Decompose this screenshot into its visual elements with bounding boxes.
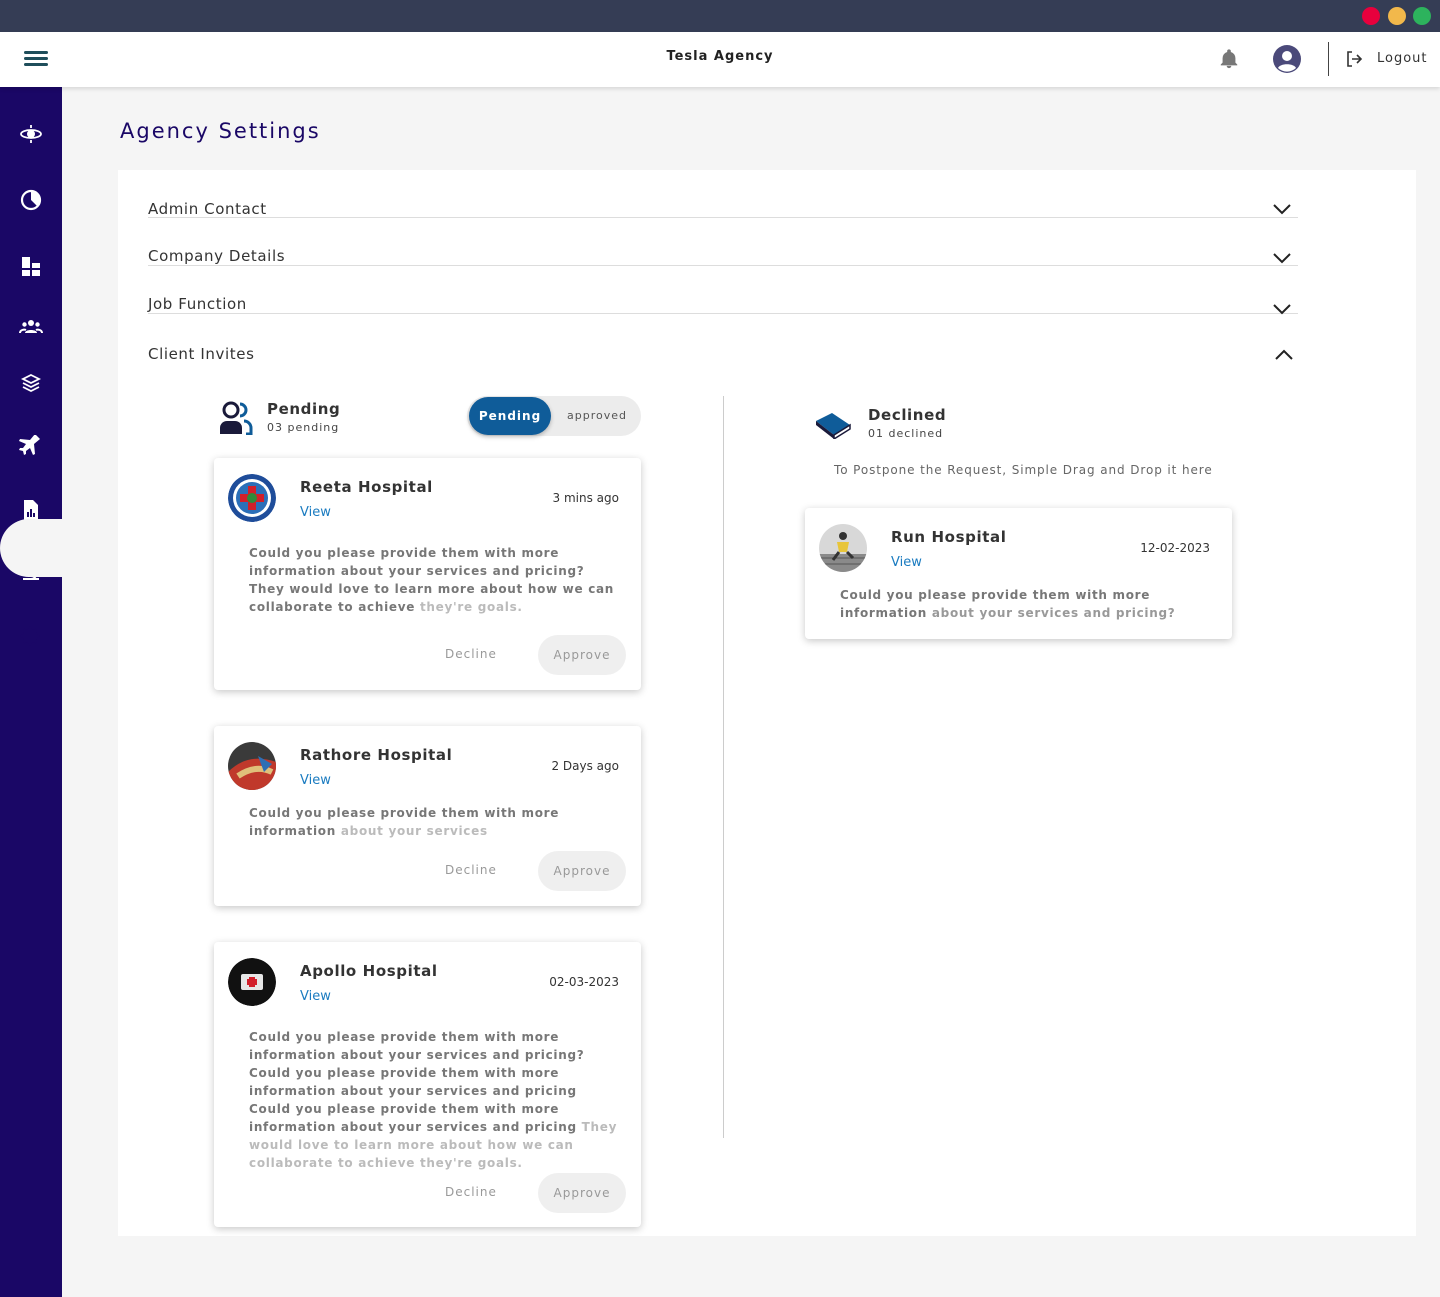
sidebar (0, 87, 62, 1297)
pending-count: 03 pending (267, 421, 340, 434)
chevron-down-icon[interactable] (1272, 202, 1292, 216)
hamburger-icon[interactable] (24, 49, 50, 69)
pending-users-icon (220, 401, 253, 435)
view-link[interactable]: View (300, 989, 331, 1004)
maximize-window-button[interactable] (1413, 7, 1431, 25)
page-title: Agency Settings (120, 119, 321, 143)
logout-icon[interactable] (1345, 50, 1363, 68)
airplane-icon (19, 435, 40, 455)
invite-card[interactable]: Reeta Hospital View 3 mins ago Could you… (214, 458, 641, 690)
hospital-logo (819, 524, 867, 572)
app-title: Tesla Agency (666, 49, 774, 64)
timestamp: 3 mins ago (552, 491, 619, 505)
approve-button[interactable]: Approve (538, 635, 626, 675)
accordion-label: Admin Contact (148, 200, 267, 218)
view-link[interactable]: View (891, 555, 922, 570)
window-titlebar (0, 0, 1440, 32)
decline-button[interactable]: Decline (445, 647, 497, 661)
status-toggle: Pending approved (467, 396, 641, 436)
close-window-button[interactable] (1362, 7, 1380, 25)
declined-book-icon (816, 413, 851, 439)
timestamp: 2 Days ago (551, 759, 619, 773)
sidebar-item-travel[interactable] (0, 427, 62, 467)
accordion-label: Client Invites (148, 345, 255, 363)
hospital-name: Apollo Hospital (300, 962, 438, 980)
accordion-company-details[interactable]: Company Details (148, 218, 1298, 266)
decline-button[interactable]: Decline (445, 863, 497, 877)
sidebar-item-layers[interactable] (0, 363, 62, 403)
sidebar-item-orbit[interactable] (0, 114, 62, 154)
view-link[interactable]: View (300, 773, 331, 788)
invite-message: Could you please provide them with more … (840, 588, 1176, 620)
orbit-icon (20, 125, 42, 143)
hospital-logo (228, 958, 276, 1006)
sidebar-active-marker (0, 519, 62, 577)
accordion-label: Company Details (148, 247, 286, 265)
layers-icon (20, 373, 42, 393)
user-avatar-icon[interactable] (1272, 44, 1302, 74)
sidebar-item-analytics[interactable] (0, 180, 62, 220)
declined-card[interactable]: Run Hospital View 12-02-2023 Could you p… (805, 508, 1232, 639)
chevron-down-icon[interactable] (1272, 251, 1292, 265)
invite-message: Could you please provide them with more … (249, 546, 615, 614)
sidebar-item-users[interactable] (0, 307, 62, 347)
timestamp: 02-03-2023 (549, 975, 619, 989)
hospital-name: Rathore Hospital (300, 746, 453, 764)
accordion-client-invites[interactable]: Client Invites (148, 314, 1298, 363)
bell-icon[interactable] (1218, 48, 1240, 70)
pending-title: Pending (267, 400, 341, 418)
sidebar-item-dashboard[interactable] (0, 246, 62, 286)
hospital-name: Run Hospital (891, 528, 1007, 546)
hospital-name: Reeta Hospital (300, 478, 433, 496)
dashboard-icon (22, 257, 40, 276)
hospital-logo (228, 474, 276, 522)
invite-message: Could you please provide them with more … (249, 1030, 618, 1170)
view-link[interactable]: View (300, 505, 331, 520)
settings-icon (20, 626, 40, 646)
pie-chart-icon (20, 189, 42, 211)
accordion-admin-contact[interactable]: Admin Contact (148, 170, 1298, 218)
approve-button[interactable]: Approve (538, 851, 626, 891)
sidebar-item-settings[interactable] (0, 616, 62, 656)
toggle-approved-button[interactable]: approved (562, 397, 632, 435)
top-navbar: Tesla Agency Logout (0, 32, 1440, 87)
drag-drop-hint: To Postpone the Request, Simple Drag and… (834, 463, 1213, 477)
declined-title: Declined (868, 406, 947, 424)
header-divider (1328, 42, 1329, 76)
hospital-logo (228, 742, 276, 790)
declined-count: 01 declined (868, 427, 944, 440)
accordion-job-function[interactable]: Job Function (148, 266, 1298, 315)
logout-button[interactable]: Logout (1377, 51, 1428, 66)
column-divider (723, 396, 724, 1138)
timestamp: 12-02-2023 (1140, 541, 1210, 555)
users-icon (19, 320, 43, 334)
approve-button[interactable]: Approve (538, 1173, 626, 1213)
chevron-up-icon[interactable] (1274, 348, 1294, 362)
invite-message: Could you please provide them with more … (249, 806, 560, 838)
invite-card[interactable]: Rathore Hospital View 2 Days ago Could y… (214, 726, 641, 906)
invite-card[interactable]: Apollo Hospital View 02-03-2023 Could yo… (214, 942, 641, 1227)
toggle-pending-button[interactable]: Pending (469, 397, 551, 435)
decline-button[interactable]: Decline (445, 1185, 497, 1199)
minimize-window-button[interactable] (1388, 7, 1406, 25)
accordion-label: Job Function (148, 295, 247, 313)
